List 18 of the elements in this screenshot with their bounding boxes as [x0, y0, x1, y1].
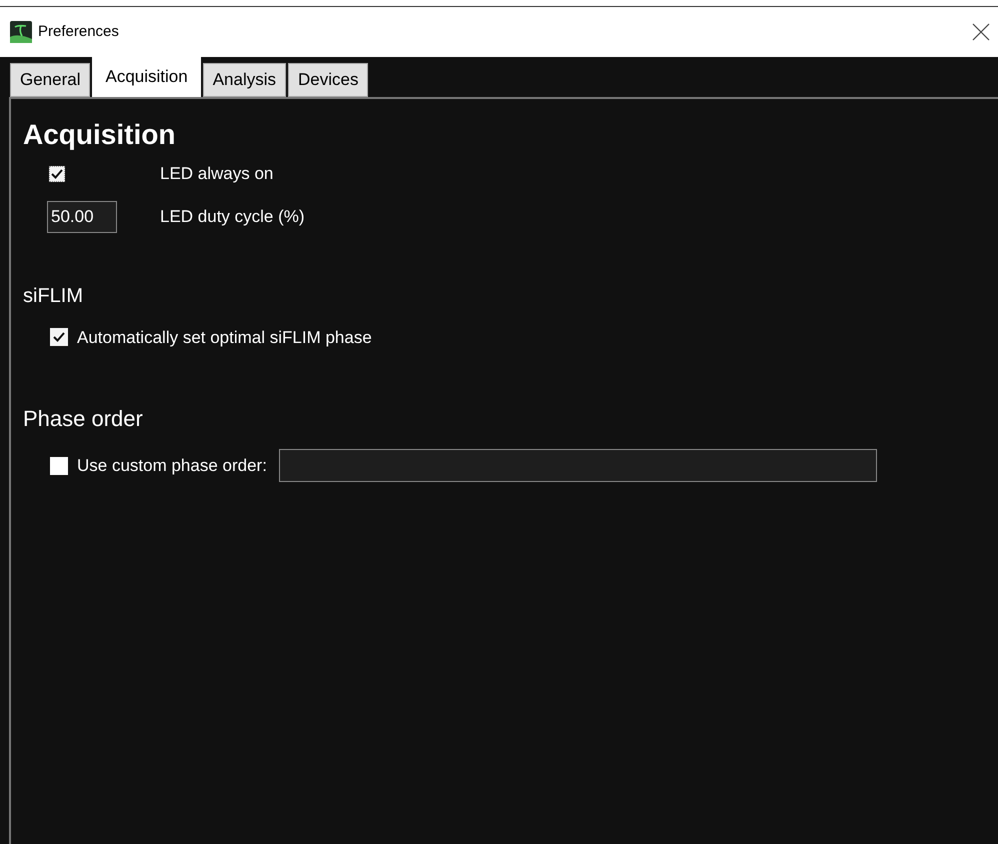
app-logo-icon: [10, 21, 32, 43]
number-field[interactable]: 50.00: [47, 200, 117, 232]
checkbox[interactable]: [50, 328, 68, 346]
window-title: Preferences: [38, 22, 119, 42]
setting-label: LED duty cycle (%): [160, 206, 305, 228]
close-icon[interactable]: [972, 23, 990, 41]
checkbox[interactable]: [50, 456, 68, 474]
setting-label: LED always on: [160, 163, 274, 185]
checkbox[interactable]: [49, 166, 65, 182]
checkbox-label: Automatically set optimal siFLIM phase: [77, 326, 372, 348]
tab[interactable]: Analysis: [202, 63, 286, 97]
tab[interactable]: Devices: [288, 63, 368, 97]
section-heading: Phase order: [23, 405, 144, 433]
tab[interactable]: General: [10, 63, 90, 97]
checkbox-label: Use custom phase order:: [77, 454, 267, 477]
section-heading: siFLIM: [23, 284, 84, 308]
tab[interactable]: Acquisition: [92, 57, 201, 97]
section-heading: Acquisition: [23, 118, 176, 152]
